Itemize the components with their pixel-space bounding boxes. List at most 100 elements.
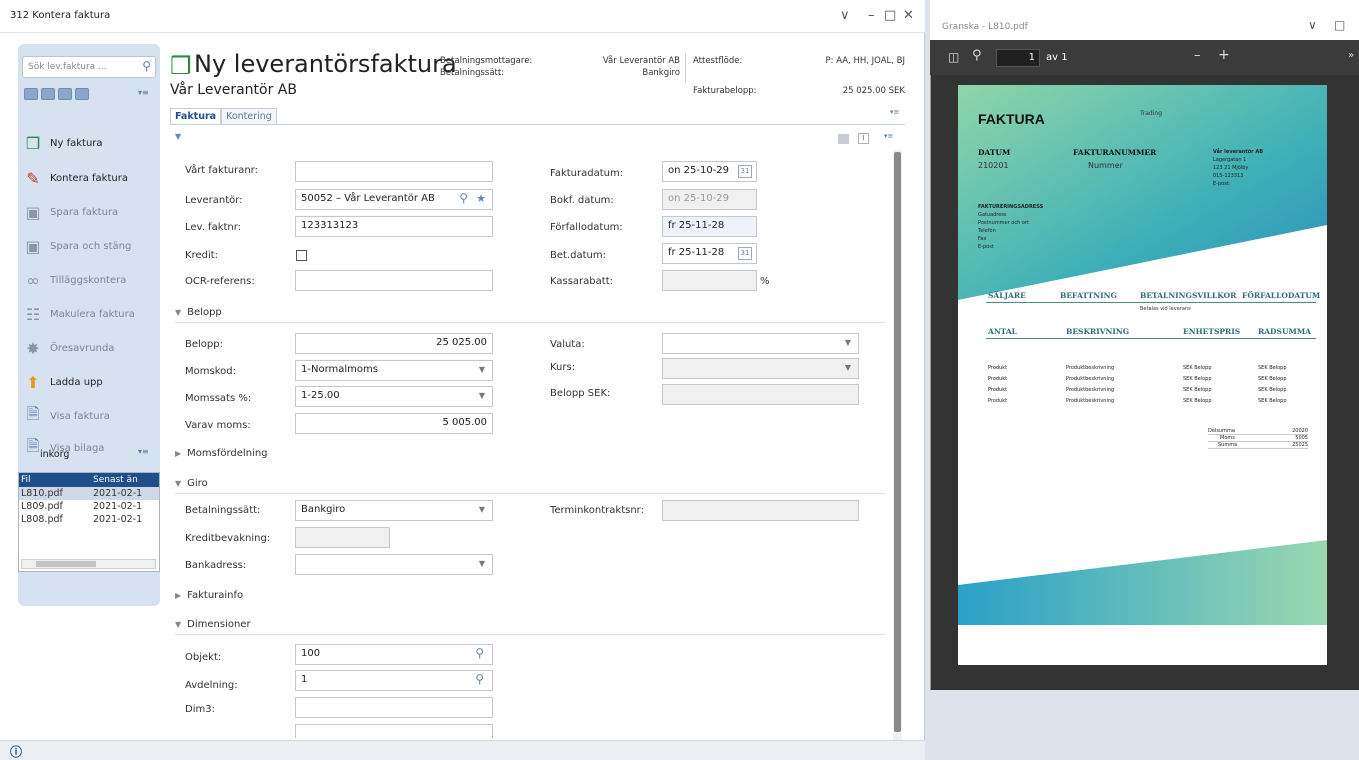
search-icon[interactable]: ⚲ bbox=[972, 48, 982, 63]
forfallodatum-input[interactable]: fr 25-11-28 bbox=[662, 216, 757, 237]
form-menu-icon[interactable]: ▾≡ bbox=[884, 132, 893, 140]
inbox-menu-icon[interactable]: ▾≡ bbox=[138, 447, 149, 456]
sidebar-item-label: Öresavrunda bbox=[50, 342, 115, 354]
maximize-button[interactable]: □ bbox=[884, 8, 896, 23]
ocr-input[interactable] bbox=[295, 270, 493, 291]
section-divider bbox=[175, 493, 885, 494]
betalningssatt-select[interactable]: Bankgiro ▼ bbox=[295, 500, 493, 521]
section-divider bbox=[175, 634, 885, 635]
column-header-fil[interactable]: Fil bbox=[19, 475, 89, 485]
chevron-down-icon[interactable]: ∨ bbox=[840, 8, 850, 23]
kredit-checkbox[interactable] bbox=[296, 250, 307, 261]
kurs-select[interactable]: ▼ bbox=[662, 358, 859, 379]
grid-view-icon[interactable] bbox=[838, 134, 849, 144]
bankadress-select[interactable]: ▼ bbox=[295, 554, 493, 575]
varav-moms-input[interactable]: 5 005.00 bbox=[295, 413, 493, 434]
header-menu-icon[interactable]: ▾≡ bbox=[890, 108, 899, 116]
lev-faktnr-input[interactable]: 123313123 bbox=[295, 216, 493, 237]
doc-rule bbox=[986, 302, 1316, 303]
vart-fakturanr-input[interactable] bbox=[295, 161, 493, 182]
form-scrollbar-thumb[interactable] bbox=[894, 152, 901, 732]
collapse-icon[interactable]: ▾≡ bbox=[138, 88, 149, 97]
close-button[interactable]: ✕ bbox=[903, 8, 914, 23]
sidebar-item-spara-faktura[interactable]: ▣ Spara faktura bbox=[22, 197, 156, 227]
horizontal-scrollbar[interactable] bbox=[21, 559, 156, 569]
momskod-select[interactable]: 1-Normalmoms ▼ bbox=[295, 360, 493, 381]
search-icon[interactable]: ⚲ bbox=[459, 191, 468, 205]
search-icon[interactable]: ⚲ bbox=[475, 646, 484, 660]
kreditbevakning-input[interactable] bbox=[295, 527, 390, 548]
momssats-select[interactable]: 1-25.00 ▼ bbox=[295, 386, 493, 407]
section-dimensioner[interactable]: ▼ Dimensioner bbox=[175, 619, 251, 630]
search-icon[interactable]: ⚲ bbox=[475, 672, 484, 686]
bokf-datum-input[interactable]: on 25-10-29 bbox=[662, 189, 757, 210]
scrollbar-thumb[interactable] bbox=[36, 561, 96, 567]
dim4-input[interactable] bbox=[295, 724, 493, 738]
page-number-input[interactable]: 1 bbox=[996, 49, 1040, 67]
search-icon[interactable]: ⚲ bbox=[142, 59, 151, 73]
section-fakturainfo[interactable]: ▶ Fakturainfo bbox=[175, 590, 243, 601]
minimize-button[interactable]: – bbox=[868, 8, 875, 23]
page-number: 1 bbox=[1028, 52, 1035, 63]
file-row[interactable]: L808.pdf 2021-02-1 bbox=[19, 513, 159, 526]
label-kreditbevakning: Kreditbevakning: bbox=[185, 533, 271, 544]
label-bankadress: Bankadress: bbox=[185, 560, 247, 571]
filter-icon[interactable]: ▼ bbox=[175, 132, 181, 141]
valuta-select[interactable]: ▼ bbox=[662, 333, 859, 354]
section-belopp[interactable]: ▼ Belopp bbox=[175, 307, 222, 318]
section-giro[interactable]: ▼ Giro bbox=[175, 478, 208, 489]
first-record-button[interactable] bbox=[24, 88, 38, 100]
chevron-down-icon[interactable]: ∨ bbox=[1308, 18, 1317, 32]
sidebar-item-ladda-upp[interactable]: ⬆ Ladda upp bbox=[22, 367, 156, 397]
prev-record-button[interactable] bbox=[41, 88, 55, 100]
bet-datum-input[interactable]: fr 25-11-28 31 bbox=[662, 243, 757, 264]
sidebar-item-tillaggskontera[interactable]: ∞ Tilläggskontera bbox=[22, 265, 156, 295]
label-belopp-sek: Belopp SEK: bbox=[550, 388, 611, 399]
leverantor-input[interactable]: 50052 – Vår Leverantör AB ⚲ ★ bbox=[295, 189, 493, 210]
objekt-input[interactable]: 100 ⚲ bbox=[295, 644, 493, 665]
upload-icon: ⬆ bbox=[26, 372, 40, 392]
terminkontraktsnr-input[interactable] bbox=[662, 500, 859, 521]
pdf-window-title: Granska - L810.pdf bbox=[942, 22, 1028, 32]
tab-bar: Faktura Kontering bbox=[170, 108, 277, 124]
zoom-in-button[interactable]: + bbox=[1218, 47, 1230, 63]
calendar-icon[interactable]: 31 bbox=[738, 165, 752, 178]
sidebar-item-oresavrunda[interactable]: ✸ Öresavrunda bbox=[22, 333, 156, 363]
search-input[interactable]: Sök lev.faktura ... ⚲ bbox=[22, 56, 156, 78]
star-icon[interactable]: ★ bbox=[476, 192, 486, 205]
belopp-input[interactable]: 25 025.00 bbox=[295, 333, 493, 354]
doc-terms-header: SÄLJARE bbox=[988, 291, 1026, 300]
dim3-input[interactable] bbox=[295, 697, 493, 718]
sidebar-item-kontera-faktura[interactable]: ✎ Kontera faktura bbox=[22, 163, 156, 193]
calendar-icon[interactable]: 31 bbox=[738, 247, 752, 260]
tab-kontering[interactable]: Kontering bbox=[221, 108, 277, 124]
input-value: 1 bbox=[301, 674, 308, 685]
section-momsfordelning[interactable]: ▶ Momsfördelning bbox=[175, 448, 268, 459]
tab-faktura[interactable]: Faktura bbox=[170, 108, 222, 124]
fakturadatum-input[interactable]: on 25-10-29 31 bbox=[662, 161, 757, 182]
sidebar-item-ny-faktura[interactable]: ❒ Ny faktura bbox=[22, 128, 156, 158]
sidebar-item-label: Visa faktura bbox=[50, 410, 110, 422]
label-avdelning: Avdelning: bbox=[185, 680, 238, 691]
more-icon[interactable]: » bbox=[1348, 50, 1354, 61]
file-row[interactable]: L809.pdf 2021-02-1 bbox=[19, 500, 159, 513]
belopp-sek-input[interactable] bbox=[662, 384, 859, 405]
sidebar-item-visa-faktura[interactable]: 🗎 Visa faktura bbox=[22, 401, 156, 431]
rounding-icon: ✸ bbox=[26, 338, 40, 358]
zoom-out-button[interactable]: – bbox=[1194, 48, 1201, 63]
info-icon[interactable]: i bbox=[858, 133, 869, 144]
avdelning-input[interactable]: 1 ⚲ bbox=[295, 670, 493, 691]
invoice-amount-label: Fakturabelopp: bbox=[693, 86, 757, 96]
view-invoice-icon: 🗎 bbox=[26, 403, 40, 423]
next-record-button[interactable] bbox=[58, 88, 72, 100]
column-header-senast[interactable]: Senast än bbox=[89, 475, 155, 485]
sidebar-item-makulera-faktura[interactable]: ☷ Makulera faktura bbox=[22, 299, 156, 329]
maximize-button[interactable]: □ bbox=[1334, 18, 1345, 32]
file-row[interactable]: L810.pdf 2021-02-1 bbox=[19, 487, 159, 500]
last-record-button[interactable] bbox=[75, 88, 89, 100]
sidebar-item-spara-och-stang[interactable]: ▣ Spara och stäng bbox=[22, 231, 156, 261]
info-icon[interactable]: ⓘ bbox=[10, 743, 22, 760]
sidebar-toggle-icon[interactable]: ◫ bbox=[948, 50, 959, 64]
doc-terms-value: Betalas vid leverans bbox=[1140, 306, 1191, 312]
kassarabatt-input[interactable] bbox=[662, 270, 757, 291]
